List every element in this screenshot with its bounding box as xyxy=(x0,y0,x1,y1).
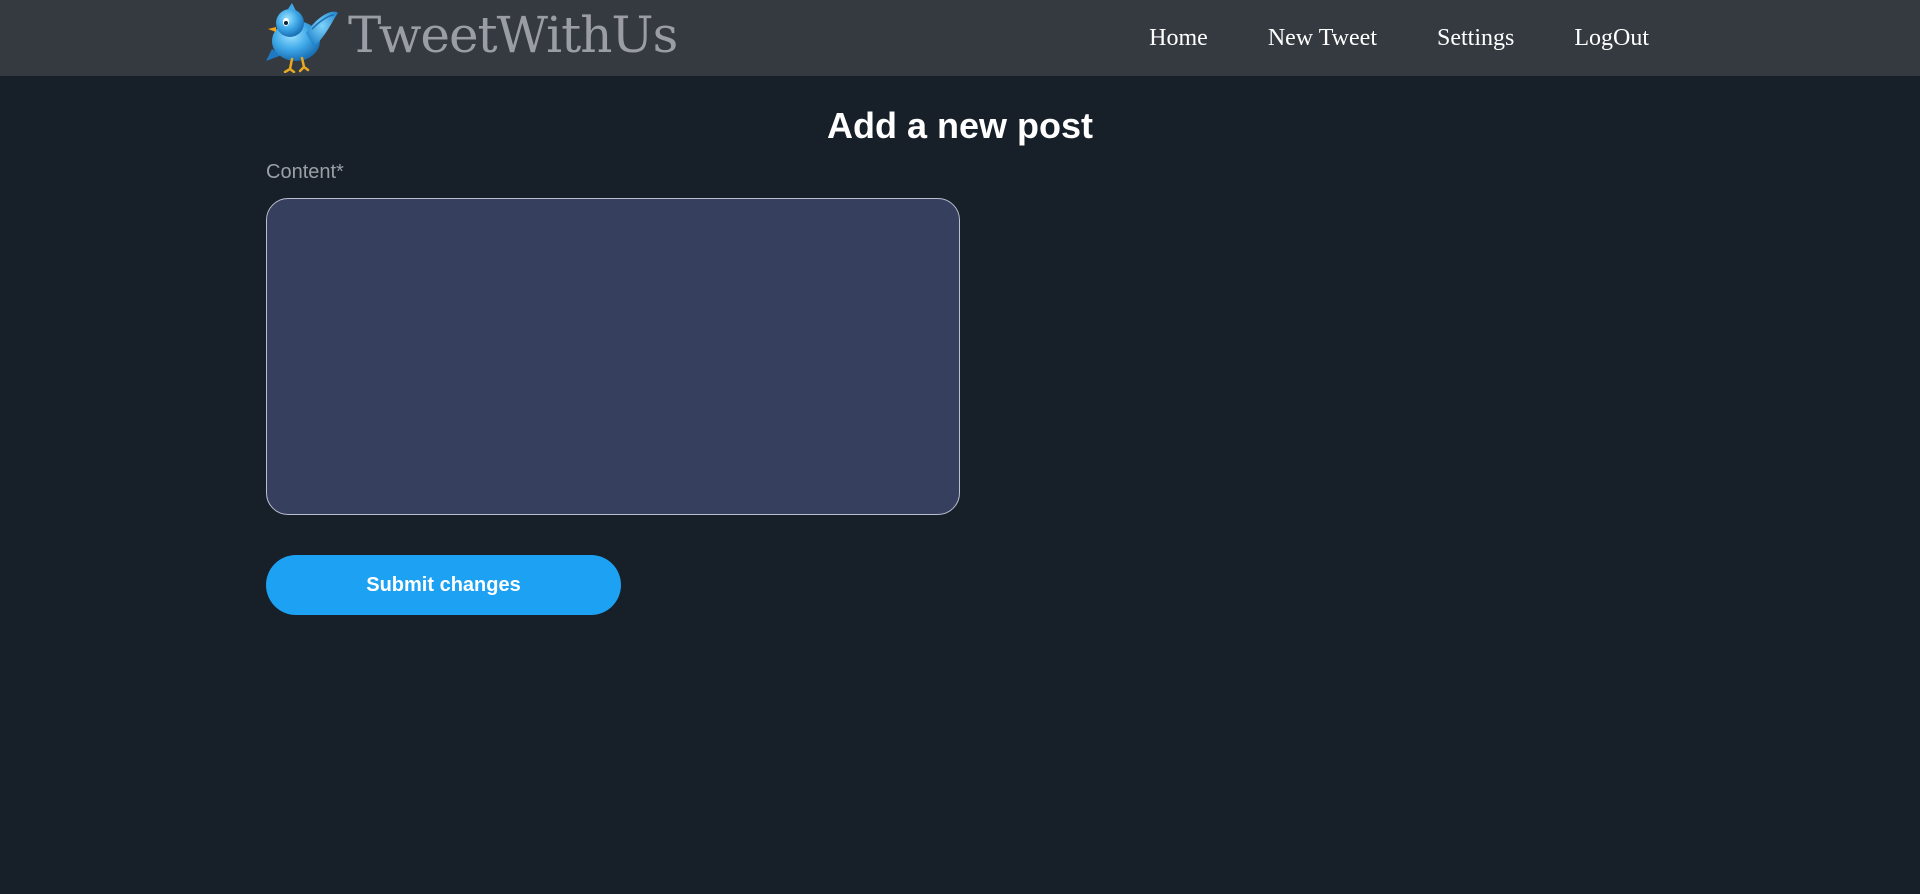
brand-name: TweetWithUs xyxy=(348,6,678,64)
nav-link-settings[interactable]: Settings xyxy=(1437,25,1514,52)
content-textarea[interactable] xyxy=(266,198,960,515)
top-navbar: TweetWithUs Home New Tweet Settings LogO… xyxy=(0,0,1920,76)
submit-changes-button[interactable]: Submit changes xyxy=(266,555,621,615)
nav-link-home[interactable]: Home xyxy=(1149,25,1208,52)
nav-link-new-tweet[interactable]: New Tweet xyxy=(1268,25,1377,52)
brand-link[interactable]: TweetWithUs xyxy=(266,0,678,76)
bluebird-icon xyxy=(266,3,338,73)
main-nav: Home New Tweet Settings LogOut xyxy=(1149,0,1649,76)
content-label: Content* xyxy=(266,161,344,183)
nav-link-logout[interactable]: LogOut xyxy=(1574,25,1649,52)
page-title: Add a new post xyxy=(826,105,1093,146)
